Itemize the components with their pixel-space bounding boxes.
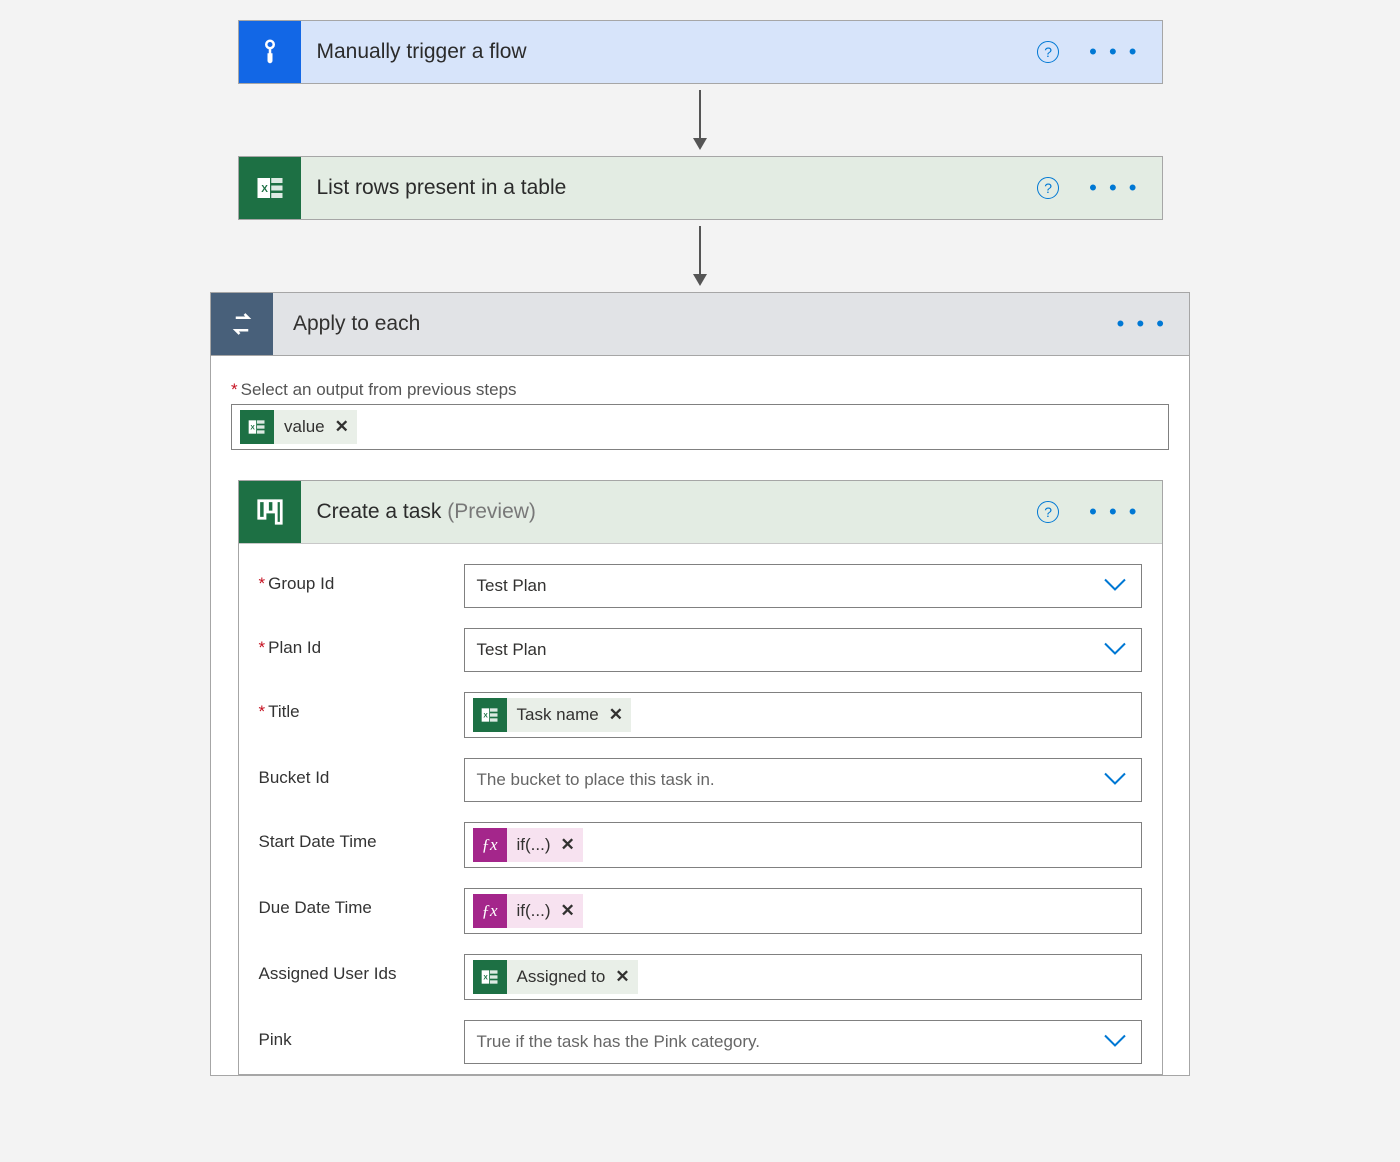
manual-trigger-icon [239,21,301,83]
apply-to-each-step: Apply to each • • • *Select an output fr… [210,292,1190,1076]
token-label: Assigned to [517,967,606,987]
connector-arrow [0,220,1400,292]
due-date-row: Due Date Time ƒx if(...) ✕ [239,878,1162,944]
due-date-label: Due Date Time [259,888,454,918]
assigned-to-token[interactable]: X Assigned to ✕ [473,960,638,994]
list-rows-step[interactable]: X List rows present in a table ? • • • [238,156,1163,220]
assigned-label: Assigned User Ids [259,954,454,984]
title-input[interactable]: X Task name ✕ [464,692,1142,738]
chevron-down-icon [1103,770,1127,791]
apply-to-each-title: Apply to each [273,312,1117,336]
more-menu-icon[interactable]: • • • [1089,177,1139,199]
help-icon[interactable]: ? [1037,501,1059,523]
list-rows-title: List rows present in a table [301,176,1038,200]
assigned-row: Assigned User Ids X Assigned to ✕ [239,944,1162,1010]
trigger-step[interactable]: Manually trigger a flow ? • • • [238,20,1163,84]
loop-icon [211,293,273,355]
title-row: *Title X Task name ✕ [239,682,1162,748]
trigger-title: Manually trigger a flow [301,40,1038,64]
pink-label: Pink [259,1020,454,1050]
fx-icon: ƒx [473,894,507,928]
plan-id-select[interactable]: Test Plan [464,628,1142,672]
fx-icon: ƒx [473,828,507,862]
chevron-down-icon [1103,640,1127,661]
remove-token-icon[interactable]: ✕ [609,705,623,725]
remove-token-icon[interactable]: ✕ [561,835,575,855]
select-output-label: *Select an output from previous steps [231,380,1169,400]
plan-id-label: *Plan Id [259,628,454,658]
fx-token[interactable]: ƒx if(...) ✕ [473,894,583,928]
create-task-header[interactable]: Create a task (Preview) ? • • • [239,481,1162,544]
value-token[interactable]: X value ✕ [240,410,357,444]
title-label: *Title [259,692,454,722]
help-icon[interactable]: ? [1037,41,1059,63]
select-output-input[interactable]: X value ✕ [231,404,1169,450]
more-menu-icon[interactable]: • • • [1089,41,1139,63]
excel-icon: X [239,157,301,219]
more-menu-icon[interactable]: • • • [1117,313,1167,335]
svg-text:X: X [483,975,488,982]
start-date-label: Start Date Time [259,822,454,852]
pink-select[interactable]: True if the task has the Pink category. [464,1020,1142,1064]
token-label: value [284,417,325,437]
apply-to-each-header[interactable]: Apply to each • • • [211,293,1189,356]
excel-token-icon: X [473,698,507,732]
svg-text:X: X [250,425,255,432]
excel-token-icon: X [473,960,507,994]
bucket-id-row: Bucket Id The bucket to place this task … [239,748,1162,812]
bucket-id-label: Bucket Id [259,758,454,788]
chevron-down-icon [1103,576,1127,597]
token-label: if(...) [517,901,551,921]
assigned-input[interactable]: X Assigned to ✕ [464,954,1142,1000]
token-label: if(...) [517,835,551,855]
pink-row: Pink True if the task has the Pink categ… [239,1010,1162,1074]
help-icon[interactable]: ? [1037,177,1059,199]
create-task-step: Create a task (Preview) ? • • • *Group I… [238,480,1163,1075]
remove-token-icon[interactable]: ✕ [615,967,629,987]
planner-icon [239,481,301,543]
start-date-row: Start Date Time ƒx if(...) ✕ [239,812,1162,878]
excel-token-icon: X [240,410,274,444]
bucket-id-select[interactable]: The bucket to place this task in. [464,758,1142,802]
remove-token-icon[interactable]: ✕ [561,901,575,921]
create-task-title: Create a task (Preview) [301,500,1038,524]
plan-id-row: *Plan Id Test Plan [239,618,1162,682]
svg-text:X: X [483,713,488,720]
task-name-token[interactable]: X Task name ✕ [473,698,631,732]
group-id-row: *Group Id Test Plan [239,554,1162,618]
group-id-label: *Group Id [259,564,454,594]
chevron-down-icon [1103,1032,1127,1053]
group-id-select[interactable]: Test Plan [464,564,1142,608]
more-menu-icon[interactable]: • • • [1089,501,1139,523]
token-label: Task name [517,705,599,725]
connector-arrow [0,84,1400,156]
due-date-input[interactable]: ƒx if(...) ✕ [464,888,1142,934]
start-date-input[interactable]: ƒx if(...) ✕ [464,822,1142,868]
remove-token-icon[interactable]: ✕ [335,417,349,437]
fx-token[interactable]: ƒx if(...) ✕ [473,828,583,862]
svg-text:X: X [261,184,268,195]
